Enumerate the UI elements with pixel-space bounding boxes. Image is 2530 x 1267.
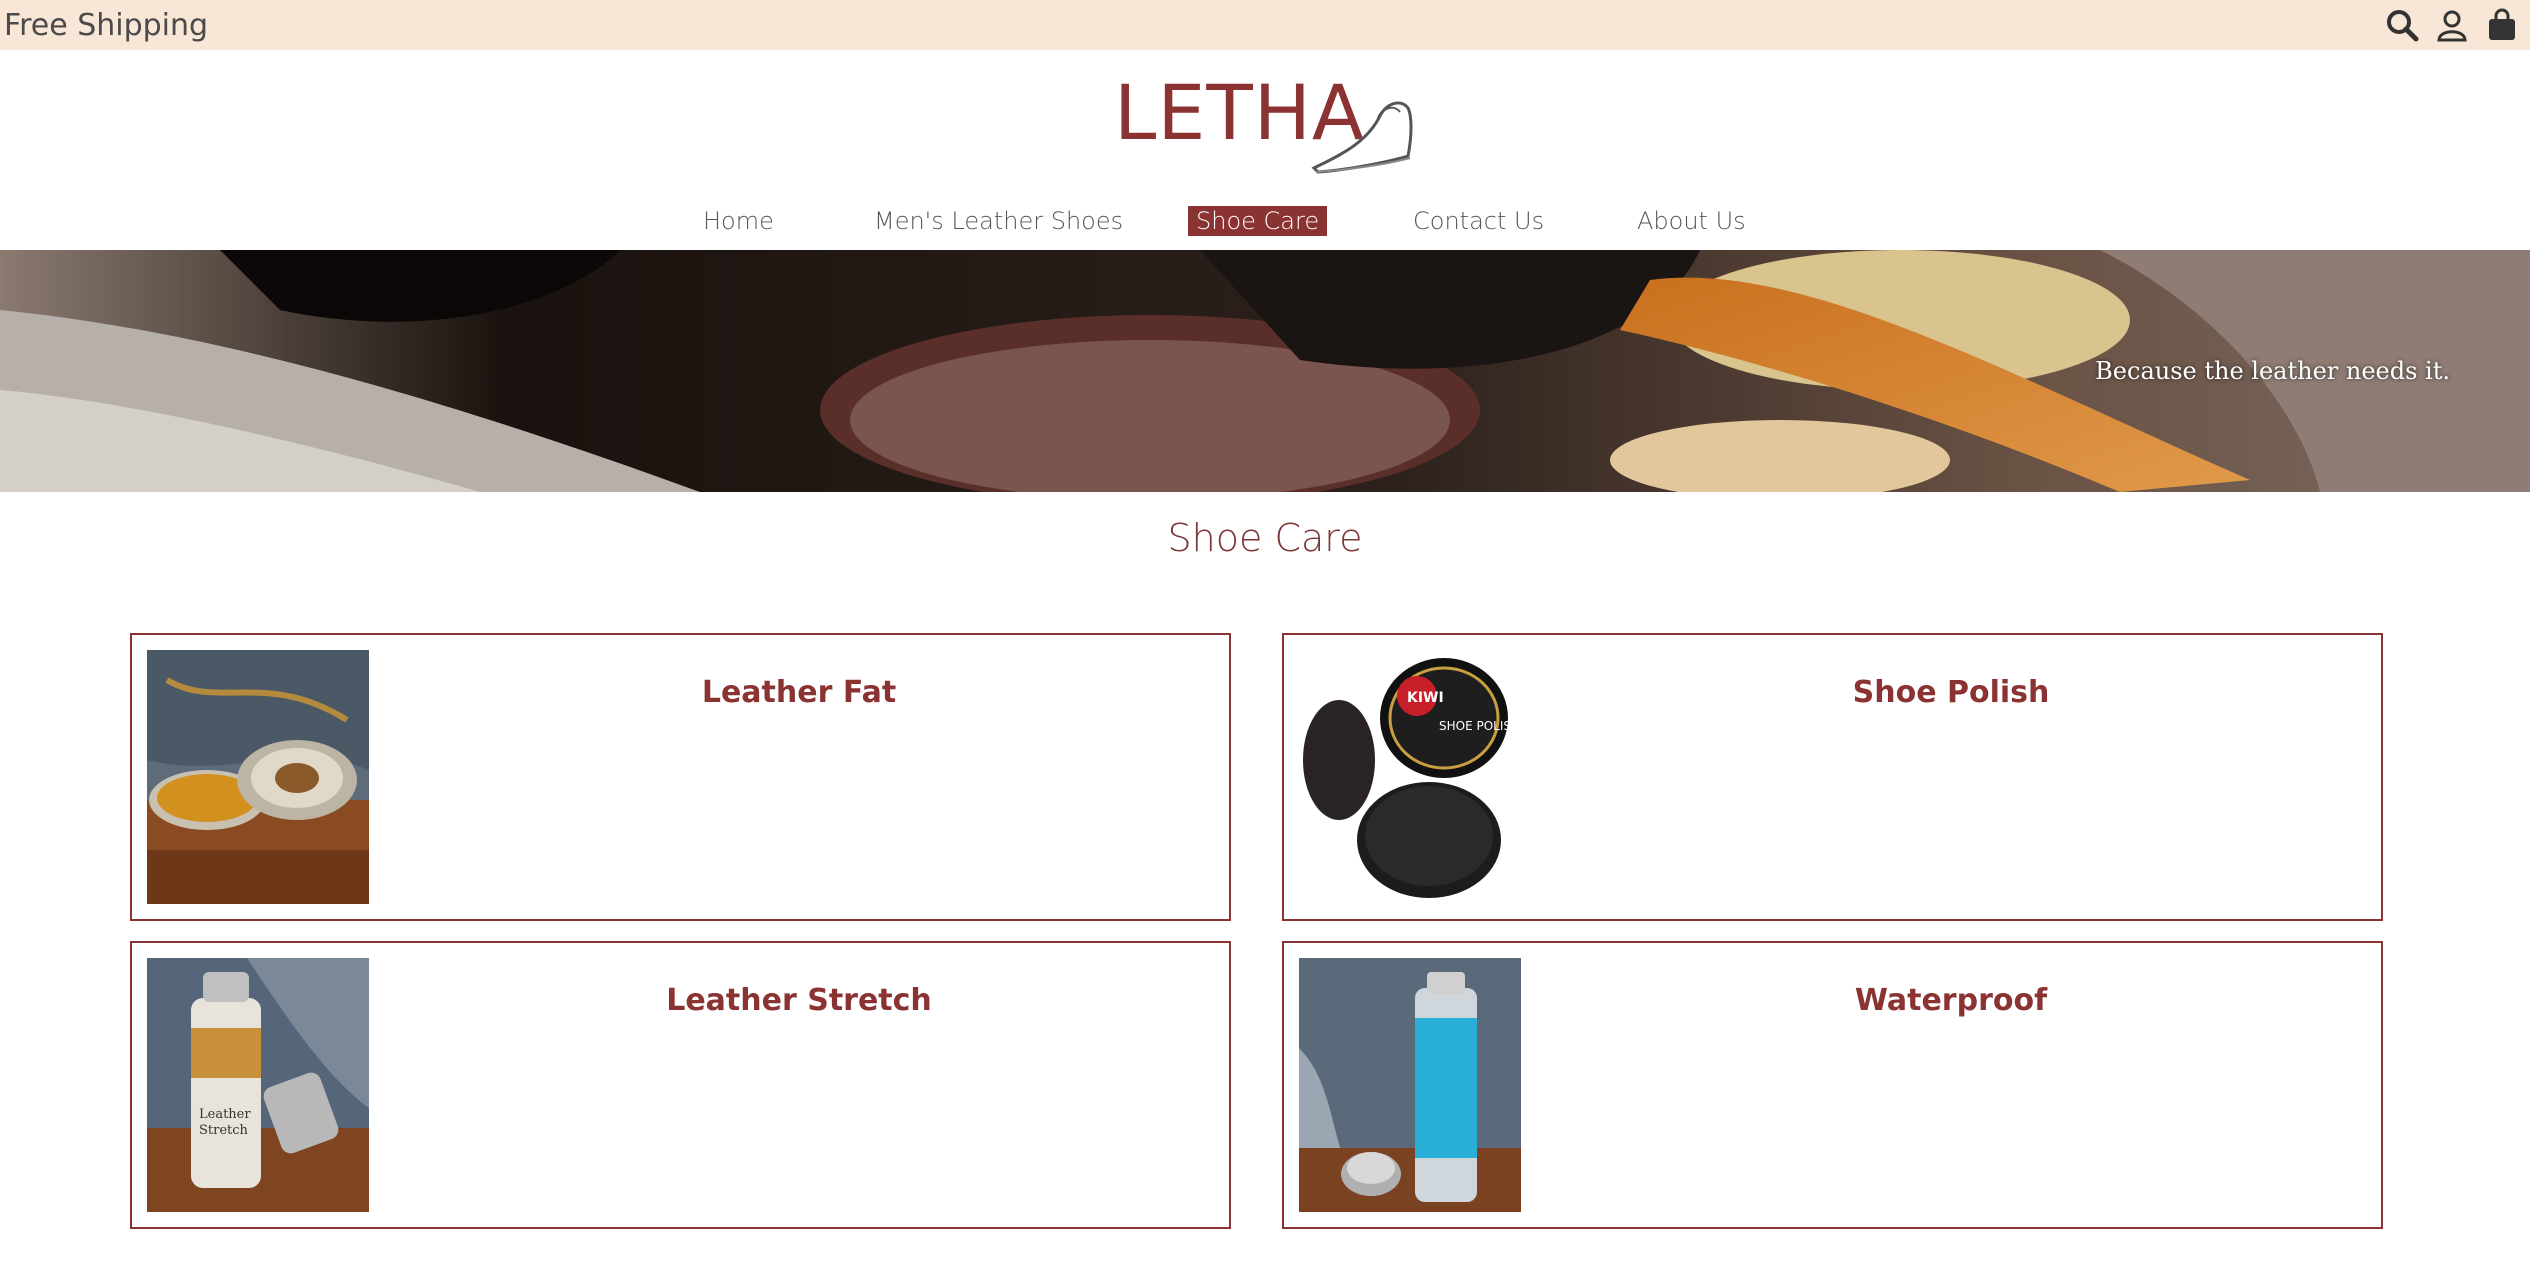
hero-banner: Because the leather needs it. <box>0 250 2530 492</box>
nav-contact-us[interactable]: Contact Us <box>1413 206 1544 236</box>
shopping-bag-icon[interactable] <box>2484 7 2520 43</box>
product-card-waterproof[interactable]: Waterproof <box>1282 941 2383 1229</box>
product-title[interactable]: Shoe Polish <box>1521 675 2381 710</box>
product-title[interactable]: Leather Stretch <box>369 983 1229 1018</box>
user-icon[interactable] <box>2434 7 2470 43</box>
svg-text:SHOE POLISH: SHOE POLISH <box>1439 719 1520 733</box>
leather-fat-image <box>147 650 369 904</box>
main-navigation: Home Men's Leather Shoes Shoe Care Conta… <box>0 206 2530 236</box>
product-card-shoe-polish[interactable]: KIWI SHOE POLISH Shoe Polish <box>1282 633 2383 921</box>
nav-about-us[interactable]: About Us <box>1637 206 1746 236</box>
leather-stretch-image: Leather Stretch <box>147 958 369 1212</box>
hero-tagline: Because the leather needs it. <box>2095 357 2450 385</box>
free-shipping-text: Free Shipping <box>4 8 209 43</box>
nav-shoe-care[interactable]: Shoe Care <box>1188 206 1328 236</box>
shoe-logo-icon <box>1311 101 1413 174</box>
product-title[interactable]: Waterproof <box>1521 983 2381 1018</box>
product-card-leather-stretch[interactable]: Leather Stretch Leather Stretch <box>130 941 1231 1229</box>
header-icons <box>2384 7 2520 43</box>
svg-text:Leather: Leather <box>199 1107 251 1122</box>
top-bar: Free Shipping <box>0 0 2530 50</box>
waterproof-image <box>1299 958 1521 1212</box>
search-icon[interactable] <box>2384 7 2420 43</box>
nav-home[interactable]: Home <box>703 206 774 236</box>
svg-text:Stretch: Stretch <box>199 1123 249 1138</box>
brand-logo[interactable]: LETHA <box>1110 62 1420 182</box>
product-card-leather-fat[interactable]: Leather Fat <box>130 633 1231 921</box>
page-title: Shoe Care <box>1167 516 1363 560</box>
nav-mens-leather-shoes[interactable]: Men's Leather Shoes <box>874 206 1123 236</box>
product-title[interactable]: Leather Fat <box>369 675 1229 710</box>
svg-text:KIWI: KIWI <box>1407 690 1444 706</box>
shoe-polish-image: KIWI SHOE POLISH <box>1299 650 1521 904</box>
